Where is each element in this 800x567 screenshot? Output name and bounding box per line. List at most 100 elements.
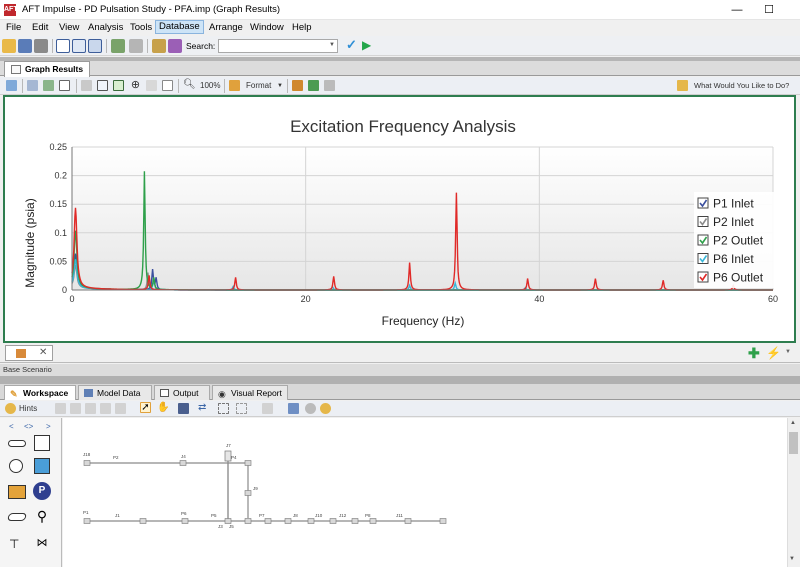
- model-junction[interactable]: [83, 460, 91, 466]
- model-junction[interactable]: [284, 518, 292, 524]
- legend-entry[interactable]: P6 Inlet: [713, 252, 754, 266]
- database-icon[interactable]: [152, 39, 166, 53]
- model-junction[interactable]: [351, 518, 359, 524]
- model-junction[interactable]: [181, 518, 189, 524]
- menu-file[interactable]: File: [3, 22, 24, 33]
- model-junction[interactable]: [264, 518, 272, 524]
- swap-icon[interactable]: ⇄: [198, 403, 209, 414]
- legend-entry[interactable]: P2 Inlet: [713, 215, 754, 229]
- table-icon[interactable]: [59, 80, 70, 91]
- tab-workspace[interactable]: ✎ Workspace: [4, 385, 76, 400]
- model-junction[interactable]: [404, 518, 412, 524]
- strip-dropdown-icon[interactable]: ▼: [785, 349, 791, 355]
- scroll-up-icon[interactable]: ▲: [790, 420, 796, 426]
- zoom-icon[interactable]: 🔍︎: [183, 80, 196, 91]
- format-dropdown-icon[interactable]: ▼: [277, 83, 283, 89]
- legend-entry[interactable]: P2 Outlet: [713, 234, 764, 248]
- palette-prev-icon[interactable]: <: [9, 422, 14, 431]
- zoom-level-button[interactable]: 100%: [200, 81, 220, 90]
- crosshair-icon[interactable]: ⊕: [130, 80, 141, 91]
- menu-help[interactable]: Help: [289, 22, 315, 33]
- save-icon[interactable]: [18, 39, 32, 53]
- ungroup-icon[interactable]: [236, 403, 247, 414]
- workspace-canvas[interactable]: J18 P2 J4 P4 J7 J9 P1 J1 P6 P5 J3 P7 J5 J8 J10 J12 P8 J11: [63, 418, 787, 567]
- model-junction[interactable]: [139, 518, 147, 524]
- window-layout-2-icon[interactable]: [72, 39, 86, 53]
- help-search-label[interactable]: What Would You Like to Do?: [694, 81, 789, 90]
- minimize-button[interactable]: —: [720, 0, 754, 20]
- hints-button[interactable]: Hints: [19, 404, 37, 413]
- check-toggle-icon[interactable]: [113, 80, 124, 91]
- add-graph-icon[interactable]: ✚: [748, 345, 760, 362]
- window-layout-3-icon[interactable]: [88, 39, 102, 53]
- axis-icon[interactable]: [81, 80, 92, 91]
- pressure-tool-icon[interactable]: P: [33, 482, 51, 500]
- palette-toggle-icon[interactable]: <>: [24, 422, 33, 431]
- pointer-icon[interactable]: ➚: [140, 402, 151, 413]
- branch-tool-icon[interactable]: [9, 459, 23, 473]
- select-box-icon[interactable]: [162, 80, 173, 91]
- reservoir-tool-icon[interactable]: [34, 435, 50, 451]
- graph-mini-tab[interactable]: ✕: [5, 345, 53, 361]
- group-icon[interactable]: [218, 403, 229, 414]
- menu-view[interactable]: View: [56, 22, 82, 33]
- lightbulb-icon[interactable]: [320, 403, 331, 414]
- graph-list-icon[interactable]: [6, 80, 17, 91]
- hand-icon[interactable]: ✋: [157, 402, 169, 413]
- model-junction[interactable]: [244, 460, 252, 466]
- format-button[interactable]: Format: [246, 81, 271, 90]
- tab-output[interactable]: Output: [154, 385, 210, 400]
- tab-model-data[interactable]: Model Data: [78, 385, 152, 400]
- menu-tools[interactable]: Tools: [127, 22, 155, 33]
- lightning-icon[interactable]: ⚡: [766, 346, 781, 360]
- binoculars-icon[interactable]: [178, 403, 189, 414]
- legend-icon[interactable]: [97, 80, 108, 91]
- tank-tool-icon[interactable]: [34, 458, 50, 474]
- scrollbar-thumb[interactable]: [789, 432, 798, 454]
- tab-graph-results[interactable]: Graph Results: [4, 61, 90, 77]
- refresh-icon[interactable]: [308, 80, 319, 91]
- valve-tool-icon[interactable]: [6, 513, 28, 521]
- search-input[interactable]: [218, 39, 338, 53]
- window-layout-1-icon[interactable]: [56, 39, 70, 53]
- pipe-tool-icon[interactable]: [8, 440, 26, 447]
- pan-icon[interactable]: [146, 80, 157, 91]
- model-junction[interactable]: [369, 518, 377, 524]
- model-junction[interactable]: [439, 518, 447, 524]
- scroll-down-icon[interactable]: ▼: [789, 556, 795, 562]
- model-diagram[interactable]: J18 P2 J4 P4 J7 J9 P1 J1 P6 P5 J3 P7 J5 J8 J10 J12 P8 J11: [63, 418, 787, 567]
- palette-next-icon[interactable]: >: [46, 422, 51, 431]
- model-junction[interactable]: [244, 490, 252, 496]
- export-graph-icon[interactable]: [43, 80, 54, 91]
- menu-arrange[interactable]: Arrange: [206, 22, 246, 33]
- model-junction[interactable]: [179, 460, 187, 466]
- network-icon[interactable]: [111, 39, 125, 53]
- model-junction[interactable]: [329, 518, 337, 524]
- menu-analysis[interactable]: Analysis: [85, 22, 126, 33]
- copy-graph-icon[interactable]: [27, 80, 38, 91]
- bowtie-tool-icon[interactable]: ⋈: [35, 536, 49, 550]
- model-junction[interactable]: [83, 518, 91, 524]
- pump-tool-icon[interactable]: [8, 485, 26, 499]
- tee-tool-icon[interactable]: ⊤: [9, 537, 25, 551]
- close-icon[interactable]: ✕: [39, 347, 47, 358]
- format-icon[interactable]: [229, 80, 240, 91]
- palette-icon[interactable]: [292, 80, 303, 91]
- print-icon[interactable]: [34, 39, 48, 53]
- relief-valve-tool-icon[interactable]: ⚲: [36, 507, 48, 525]
- legend-entry[interactable]: P6 Outlet: [713, 271, 764, 285]
- menu-database[interactable]: Database: [155, 20, 204, 34]
- flask-icon[interactable]: [168, 39, 182, 53]
- excitation-frequency-chart[interactable]: Excitation Frequency Analysis Magnitude …: [5, 97, 794, 341]
- annotation-icon[interactable]: [288, 403, 299, 414]
- checkmark-icon[interactable]: ✓: [346, 38, 360, 53]
- menu-window[interactable]: Window: [247, 22, 287, 33]
- search-dropdown-icon[interactable]: ▼: [329, 42, 335, 48]
- open-folder-icon[interactable]: [2, 39, 16, 53]
- model-junction[interactable]: [224, 518, 232, 524]
- model-junction[interactable]: [307, 518, 315, 524]
- legend-entry[interactable]: P1 Inlet: [713, 197, 754, 211]
- model-junction[interactable]: [244, 518, 252, 524]
- run-icon[interactable]: ▶: [362, 39, 376, 53]
- tab-visual-report[interactable]: ◉ Visual Report: [212, 385, 288, 400]
